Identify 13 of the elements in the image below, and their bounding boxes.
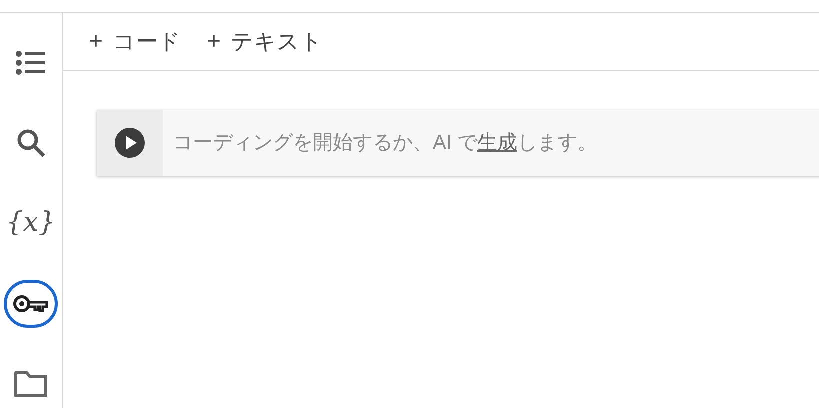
placeholder-text: コーディングを開始するか、AI で: [173, 131, 478, 156]
code-cell[interactable]: コーディングを開始するか、AI で生成 します。: [97, 110, 819, 176]
add-button[interactable]: + コード: [89, 24, 182, 60]
key-icon: [13, 294, 49, 314]
sidebar-button[interactable]: {x}: [4, 200, 58, 248]
add-button[interactable]: + テキスト: [207, 24, 324, 60]
sidebar-button[interactable]: [4, 280, 58, 328]
placeholder-text: します。: [517, 131, 598, 156]
folder-icon: [14, 370, 48, 398]
search-icon: [16, 128, 46, 158]
run-icon[interactable]: [114, 127, 146, 159]
list-icon: [15, 50, 47, 76]
generate-link[interactable]: 生成: [477, 128, 518, 158]
